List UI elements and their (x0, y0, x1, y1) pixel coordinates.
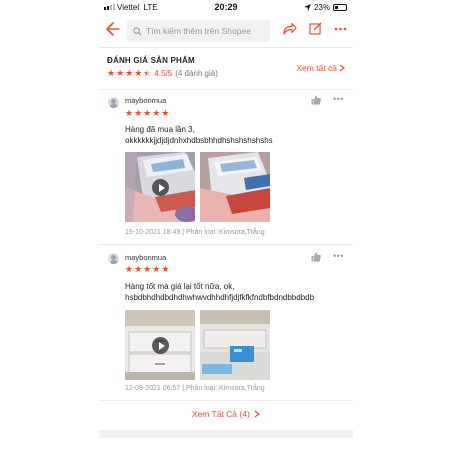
review-photo-thumbnail[interactable] (200, 152, 270, 222)
star-icon: ★ (152, 264, 161, 274)
star-icon: ★ (152, 108, 161, 118)
review-stars: ★ ★ ★ ★ ★ (125, 265, 169, 274)
section-gap (99, 430, 353, 438)
review-username: maybonmua (125, 96, 167, 105)
rating-stars: ★ ★ ★ ★ ★ (107, 69, 151, 78)
star-icon: ★ (107, 68, 116, 78)
see-all-reviews-button[interactable]: Xem Tất Cả (4) (99, 409, 353, 419)
topbar-actions (283, 22, 347, 35)
play-icon (152, 179, 169, 196)
review-video-thumbnail[interactable] (125, 152, 195, 222)
edit-icon[interactable] (309, 22, 322, 35)
star-icon: ★ (125, 108, 134, 118)
play-icon (152, 337, 169, 354)
review-more-icon[interactable]: ••• (333, 251, 344, 261)
review-video-thumbnail[interactable] (125, 310, 195, 380)
star-icon: ★ (161, 264, 170, 274)
rating-summary: ★ ★ ★ ★ ★ 4.5/5 (4 đánh giá) (107, 69, 218, 79)
avatar[interactable] (108, 97, 119, 108)
review-meta: 19-10-2021 18:49 | Phân loại: Kimsora,Tr… (125, 229, 265, 236)
see-all-ratings-link[interactable]: Xem tất cả (296, 63, 345, 73)
avatar[interactable] (108, 253, 119, 264)
review-photo-thumbnail[interactable] (200, 310, 270, 380)
see-all-label: Xem tất cả (296, 63, 337, 73)
star-icon: ★ (116, 68, 125, 78)
see-all-reviews-label: Xem Tất Cả (4) (191, 409, 250, 419)
review-username: maybonmua (125, 253, 167, 262)
review-text-line2: okkkkkkjjdjdjdnhxhdbsbhhdhshshshshshs (125, 136, 273, 145)
location-icon (303, 4, 311, 11)
top-bar: Tìm kiếm thêm trên Shopee (99, 14, 353, 46)
star-icon: ★ (134, 68, 143, 78)
like-icon[interactable] (311, 95, 321, 105)
review-text-line2: hsbdbhdhdbdhdhwhwvdhhdhfjdjfkfkfndbfbdnd… (125, 293, 315, 302)
reviews-bottom-divider (99, 400, 353, 401)
like-icon[interactable] (311, 252, 321, 262)
review-more-icon[interactable]: ••• (333, 94, 344, 104)
back-arrow-icon[interactable] (105, 20, 121, 38)
battery-percent: 23% (313, 3, 330, 12)
ratings-title: ĐÁNH GIÁ SẢN PHẨM (107, 56, 195, 65)
star-icon: ★ (125, 264, 134, 274)
battery-icon (333, 4, 347, 11)
phone-screen: Viettel LTE 20:29 23% Tìm kiếm thêm trên… (99, 0, 353, 450)
rating-score: 4.5/5 (154, 69, 173, 78)
review-stars: ★ ★ ★ ★ ★ (125, 109, 169, 118)
chevron-right-icon (254, 410, 261, 418)
search-input[interactable]: Tìm kiếm thêm trên Shopee (127, 20, 270, 42)
review-item: maybonmua ••• ★ ★ ★ ★ ★ Hàng tốt mà giá lại … (99, 244, 353, 399)
rating-count: (4 đánh giá) (175, 69, 218, 78)
search-icon (133, 26, 142, 35)
review-photo-image (200, 152, 270, 222)
review-item: maybonmua ••• ★ ★ ★ ★ ★ Hàng đã mua lần 3, o… (99, 89, 353, 241)
status-bar: Viettel LTE 20:29 23% (99, 0, 353, 14)
review-text-line1: Hàng tốt mà giá lại tốt nữa, ok, (125, 282, 235, 291)
more-icon[interactable] (334, 27, 347, 31)
chevron-right-icon (339, 64, 345, 72)
star-icon: ★ (161, 108, 170, 118)
review-photo-image (200, 310, 270, 380)
battery-info: 23% (303, 3, 347, 12)
topbar-divider (99, 47, 353, 48)
half-star-icon: ★ (143, 68, 152, 78)
star-icon: ★ (134, 108, 143, 118)
star-icon: ★ (143, 108, 152, 118)
star-icon: ★ (125, 68, 134, 78)
share-icon[interactable] (283, 22, 297, 35)
review-meta: 12-09-2021 06:57 | Phân loại: Kimsora,Tr… (125, 385, 265, 392)
star-icon: ★ (143, 264, 152, 274)
star-icon: ★ (134, 264, 143, 274)
review-text-line1: Hàng đã mua lần 3, (125, 125, 195, 134)
search-placeholder: Tìm kiếm thêm trên Shopee (146, 26, 251, 36)
